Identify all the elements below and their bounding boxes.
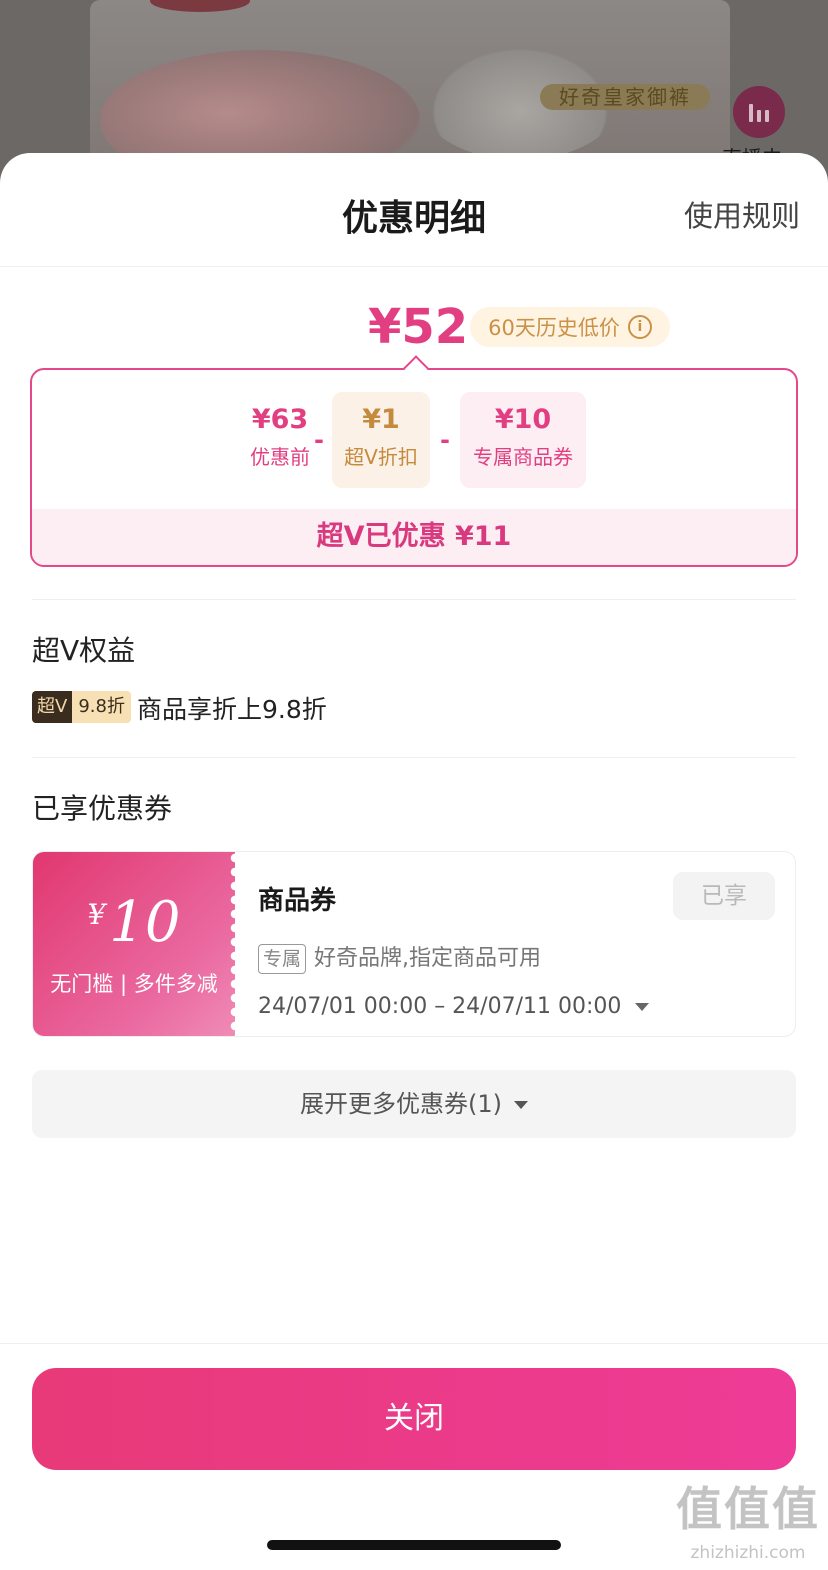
history-tag-label: 60天历史低价 xyxy=(488,316,620,340)
watermark-site: zhizhizhi.com xyxy=(690,1543,806,1563)
vip-badge: 超V 9.8折 xyxy=(32,691,131,723)
coupon-validity-toggle[interactable]: 24/07/01 00:00 – 24/07/11 00:00 xyxy=(258,994,650,1019)
vip-discount-label: 超V折扣 xyxy=(344,445,418,469)
vip-badge-label: 超V xyxy=(32,691,73,723)
vip-discount-amount: ¥1 xyxy=(362,404,400,435)
coupon-validity: 24/07/01 00:00 – 24/07/11 00:00 xyxy=(258,994,622,1019)
coupon-discount-amount: ¥10 xyxy=(494,404,552,435)
coupon-discount-label: 专属商品券 xyxy=(473,445,573,469)
coupon-card[interactable]: ¥10 无门槛 | 多件多减 商品券 已享 专属 好奇品牌,指定商品可用 24/… xyxy=(32,851,796,1037)
minus-sign: - xyxy=(440,426,450,454)
divider xyxy=(32,599,796,600)
chevron-down-icon xyxy=(635,1003,650,1011)
history-low-price-tag[interactable]: 60天历史低价 i xyxy=(470,307,670,347)
coupon-discount-item: ¥10 专属商品券 xyxy=(460,392,586,488)
coupon-status-badge: 已享 xyxy=(673,872,775,920)
live-bars-icon xyxy=(757,110,761,122)
vip-rights-description: 商品享折上9.8折 xyxy=(137,695,327,724)
discount-detail-sheet: 优惠明细 使用规则 ¥52 60天历史低价 i ¥63 优惠前 - ¥1 超V折… xyxy=(0,153,828,1570)
footer-divider xyxy=(0,1343,828,1344)
final-price-row: ¥52 60天历史低价 i xyxy=(0,299,828,359)
chevron-down-icon xyxy=(514,1101,528,1109)
live-bars-icon xyxy=(765,110,769,122)
coupon-name: 商品券 xyxy=(258,886,337,916)
final-price: ¥52 xyxy=(368,299,469,355)
live-bars-icon xyxy=(749,104,753,122)
total-savings: 超V已优惠 ¥11 xyxy=(32,509,796,565)
breakdown-pointer xyxy=(403,355,429,381)
coupon-exclusive-tag: 专属 xyxy=(258,944,307,974)
expand-more-label: 展开更多优惠券(1) xyxy=(300,1090,502,1118)
minus-sign: - xyxy=(314,426,324,454)
vip-badge-discount: 9.8折 xyxy=(72,691,131,723)
coupon-scope: 好奇品牌,指定商品可用 xyxy=(314,946,541,971)
coupon-currency: ¥ xyxy=(87,898,106,931)
coupon-value: ¥10 xyxy=(33,890,235,955)
used-coupons-title: 已享优惠券 xyxy=(32,792,173,825)
watermark: 值值值 zhizhizhi.com xyxy=(676,1481,820,1563)
divider xyxy=(32,757,796,758)
sheet-header: 优惠明细 使用规则 xyxy=(0,153,828,267)
expand-more-coupons-button[interactable]: 展开更多优惠券(1) xyxy=(32,1070,796,1138)
vip-rights-title: 超V权益 xyxy=(32,634,136,667)
rules-link[interactable]: 使用规则 xyxy=(684,193,800,235)
coupon-condition: 无门槛 | 多件多减 xyxy=(50,972,218,996)
coupon-amount: 10 xyxy=(109,890,181,955)
info-icon[interactable]: i xyxy=(627,315,652,339)
product-banner: 好奇皇家御裤 xyxy=(540,84,710,110)
live-stream-button[interactable] xyxy=(733,86,785,138)
close-button[interactable]: 关闭 xyxy=(32,1368,796,1470)
vip-discount-item: ¥1 超V折扣 xyxy=(332,392,430,488)
price-breakdown: ¥63 优惠前 - ¥1 超V折扣 - ¥10 专属商品券 超V已优惠 ¥11 xyxy=(30,355,798,567)
coupon-value-panel: ¥10 无门槛 | 多件多减 xyxy=(33,852,241,1036)
home-indicator[interactable] xyxy=(267,1540,561,1550)
watermark-mark: 值值值 xyxy=(676,1482,820,1536)
